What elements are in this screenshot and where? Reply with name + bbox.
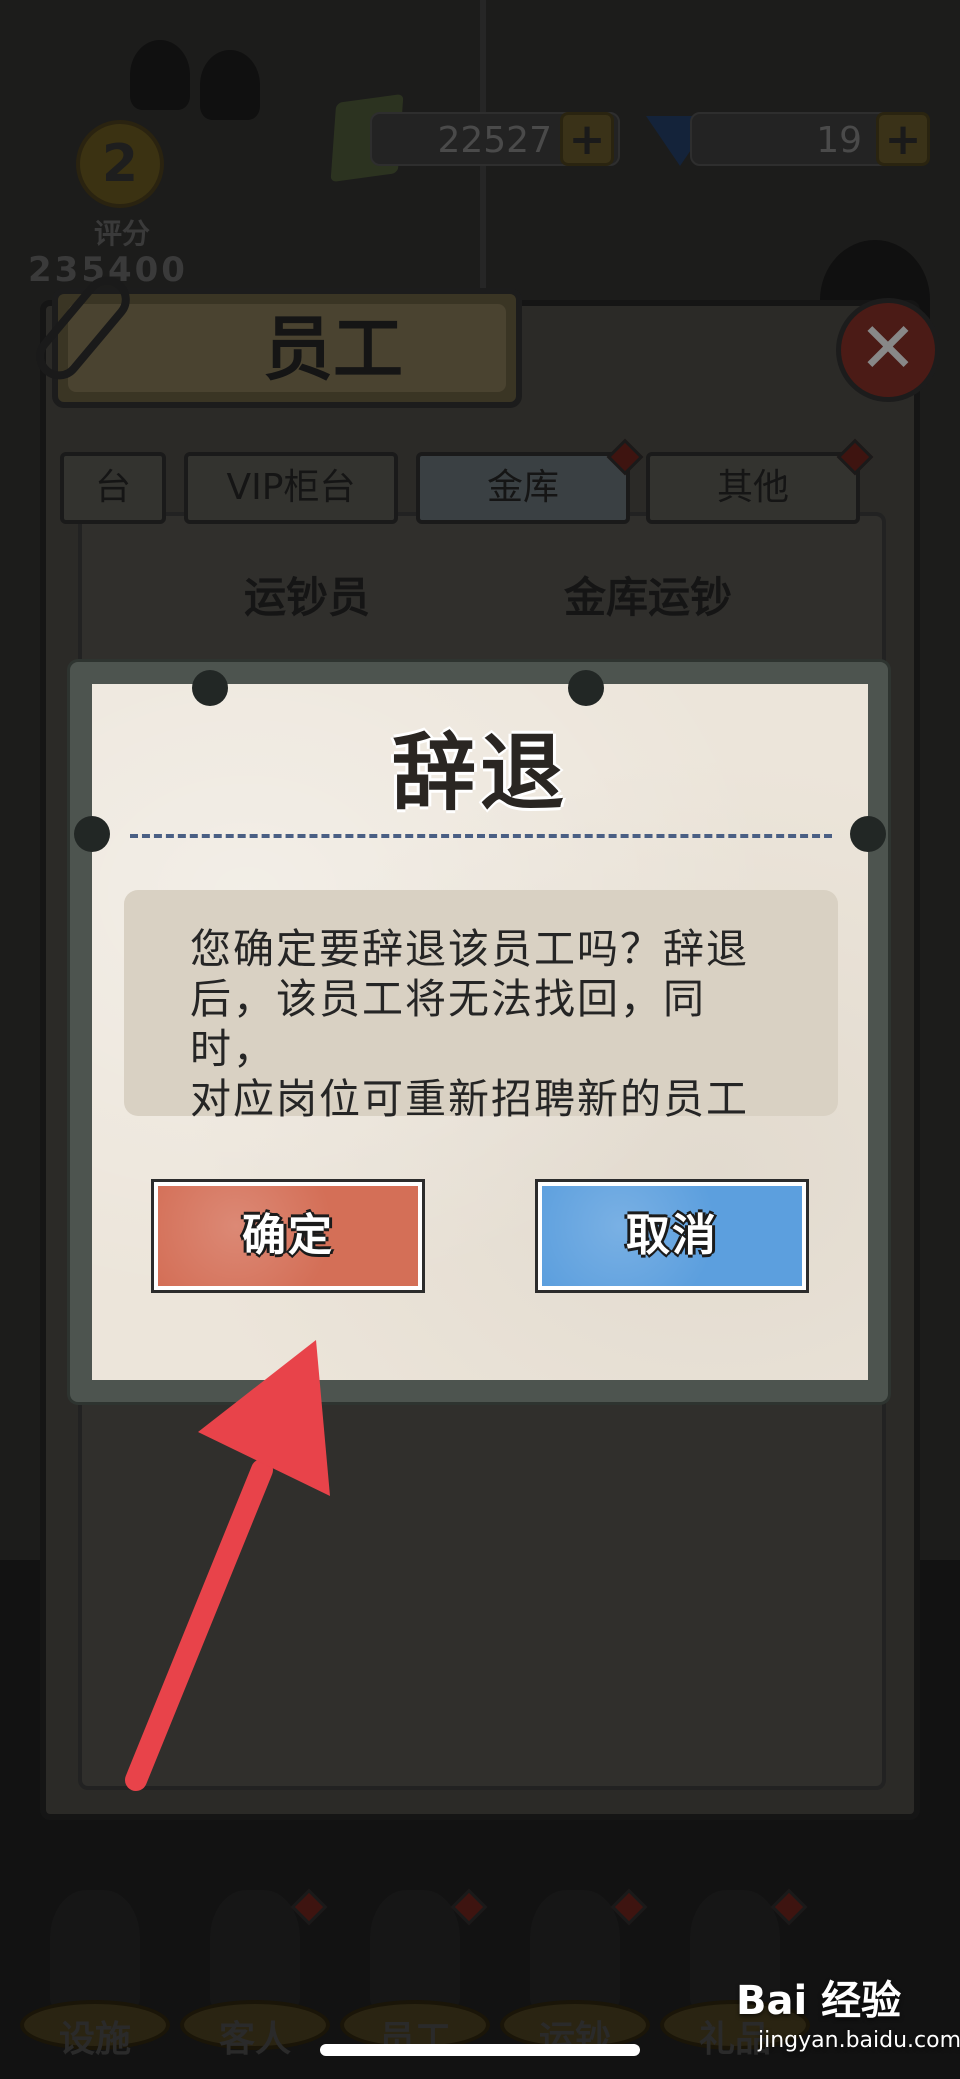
home-indicator[interactable] [320, 2044, 640, 2056]
baidu-watermark: Bai 经验 [736, 1978, 902, 2024]
watermark-url: jingyan.baidu.com [758, 2028, 960, 2053]
game-screen: 22527 + 19 + 2 评分 235400 员工 ✕ 台 VIP柜台 金库… [0, 0, 960, 2079]
arrow-shaft [125, 1459, 273, 1791]
red-arrow-annotation [125, 1340, 330, 1791]
